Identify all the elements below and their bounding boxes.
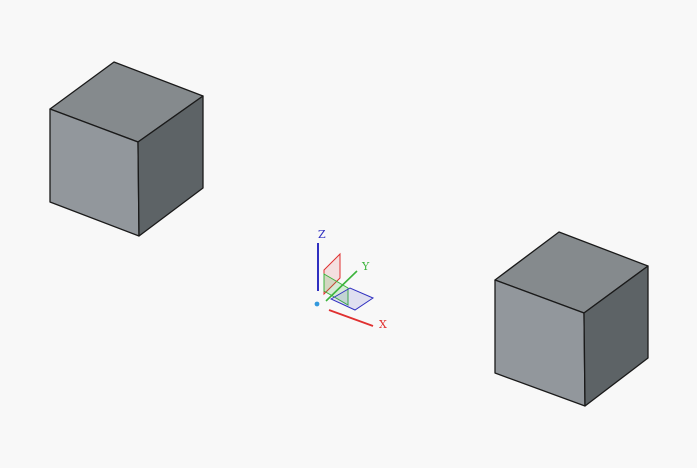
3d-viewport[interactable]: Z Y X <box>0 0 697 468</box>
axis-triad: Z Y X <box>314 228 387 331</box>
triad-z-label: Z <box>318 228 326 241</box>
triad-x-label: X <box>379 318 387 331</box>
triad-origin-dot <box>314 301 320 307</box>
viewport-canvas[interactable]: Z Y X <box>0 0 697 468</box>
triad-x-axis <box>328 309 374 327</box>
triad-y-label: Y <box>361 260 370 273</box>
cube-left[interactable] <box>49 61 204 237</box>
cube-right[interactable] <box>494 231 649 407</box>
